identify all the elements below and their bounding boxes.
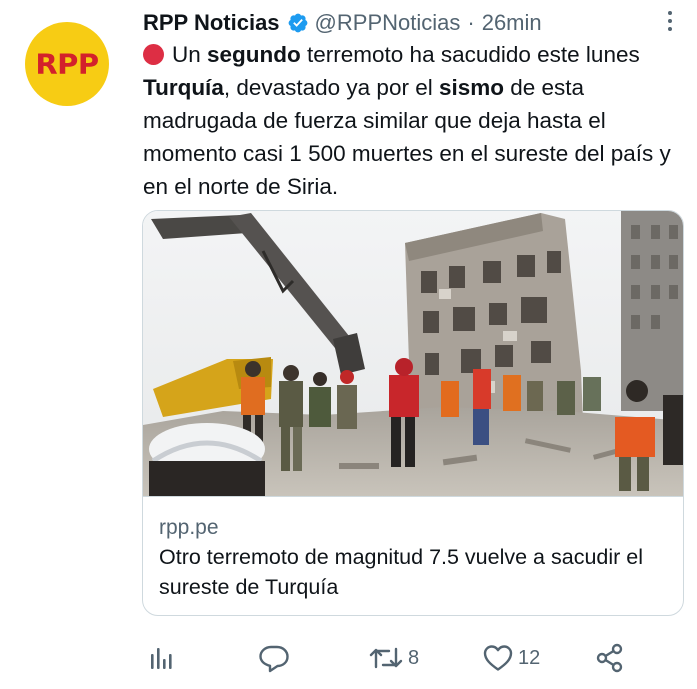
card-image[interactable]: [143, 211, 684, 497]
tweet-text-part: , devastado ya por el: [223, 75, 439, 100]
more-options-icon[interactable]: [658, 6, 682, 36]
link-card[interactable]: rpp.pe Otro terremoto de magnitud 7.5 vu…: [142, 210, 684, 616]
retweet-button[interactable]: 8: [368, 638, 419, 678]
heart-icon: [483, 645, 513, 671]
share-icon: [596, 643, 623, 673]
share-button[interactable]: [594, 638, 626, 678]
retweet-icon: [369, 647, 403, 669]
card-domain: rpp.pe: [159, 516, 219, 539]
tweet-actions: 8 12: [0, 638, 697, 678]
red-circle-icon: [143, 44, 164, 65]
tweet-text-part: terremoto ha sacudido este lunes: [300, 42, 640, 67]
analytics-button[interactable]: [148, 638, 176, 678]
author-handle[interactable]: @RPPNoticias: [315, 10, 461, 36]
avatar-logo-text: RPP: [35, 47, 99, 81]
tweet-text-bold: Turquía: [143, 75, 224, 100]
tweet-timestamp[interactable]: 26min: [482, 10, 542, 36]
avatar[interactable]: RPP: [25, 22, 109, 106]
reply-button[interactable]: [258, 638, 290, 678]
tweet-text-bold: segundo: [207, 42, 301, 67]
verified-badge-icon: [287, 12, 309, 34]
card-divider: [143, 496, 683, 497]
retweet-count: 8: [408, 646, 420, 669]
tweet-header: RPP Noticias @RPPNoticias · 26min: [143, 8, 542, 38]
tweet-text-part: Un: [172, 42, 208, 67]
like-button[interactable]: 12: [482, 638, 540, 678]
reply-icon: [259, 645, 289, 673]
card-title: Otro terremoto de magnitud 7.5 vuelve a …: [159, 545, 644, 599]
analytics-icon: [151, 648, 172, 669]
tweet-text: Un segundo terremoto ha sacudido este lu…: [143, 38, 683, 203]
header-separator: ·: [467, 10, 475, 35]
like-count: 12: [518, 646, 541, 669]
author-name[interactable]: RPP Noticias: [143, 10, 280, 36]
tweet-text-bold: sismo: [438, 75, 504, 100]
